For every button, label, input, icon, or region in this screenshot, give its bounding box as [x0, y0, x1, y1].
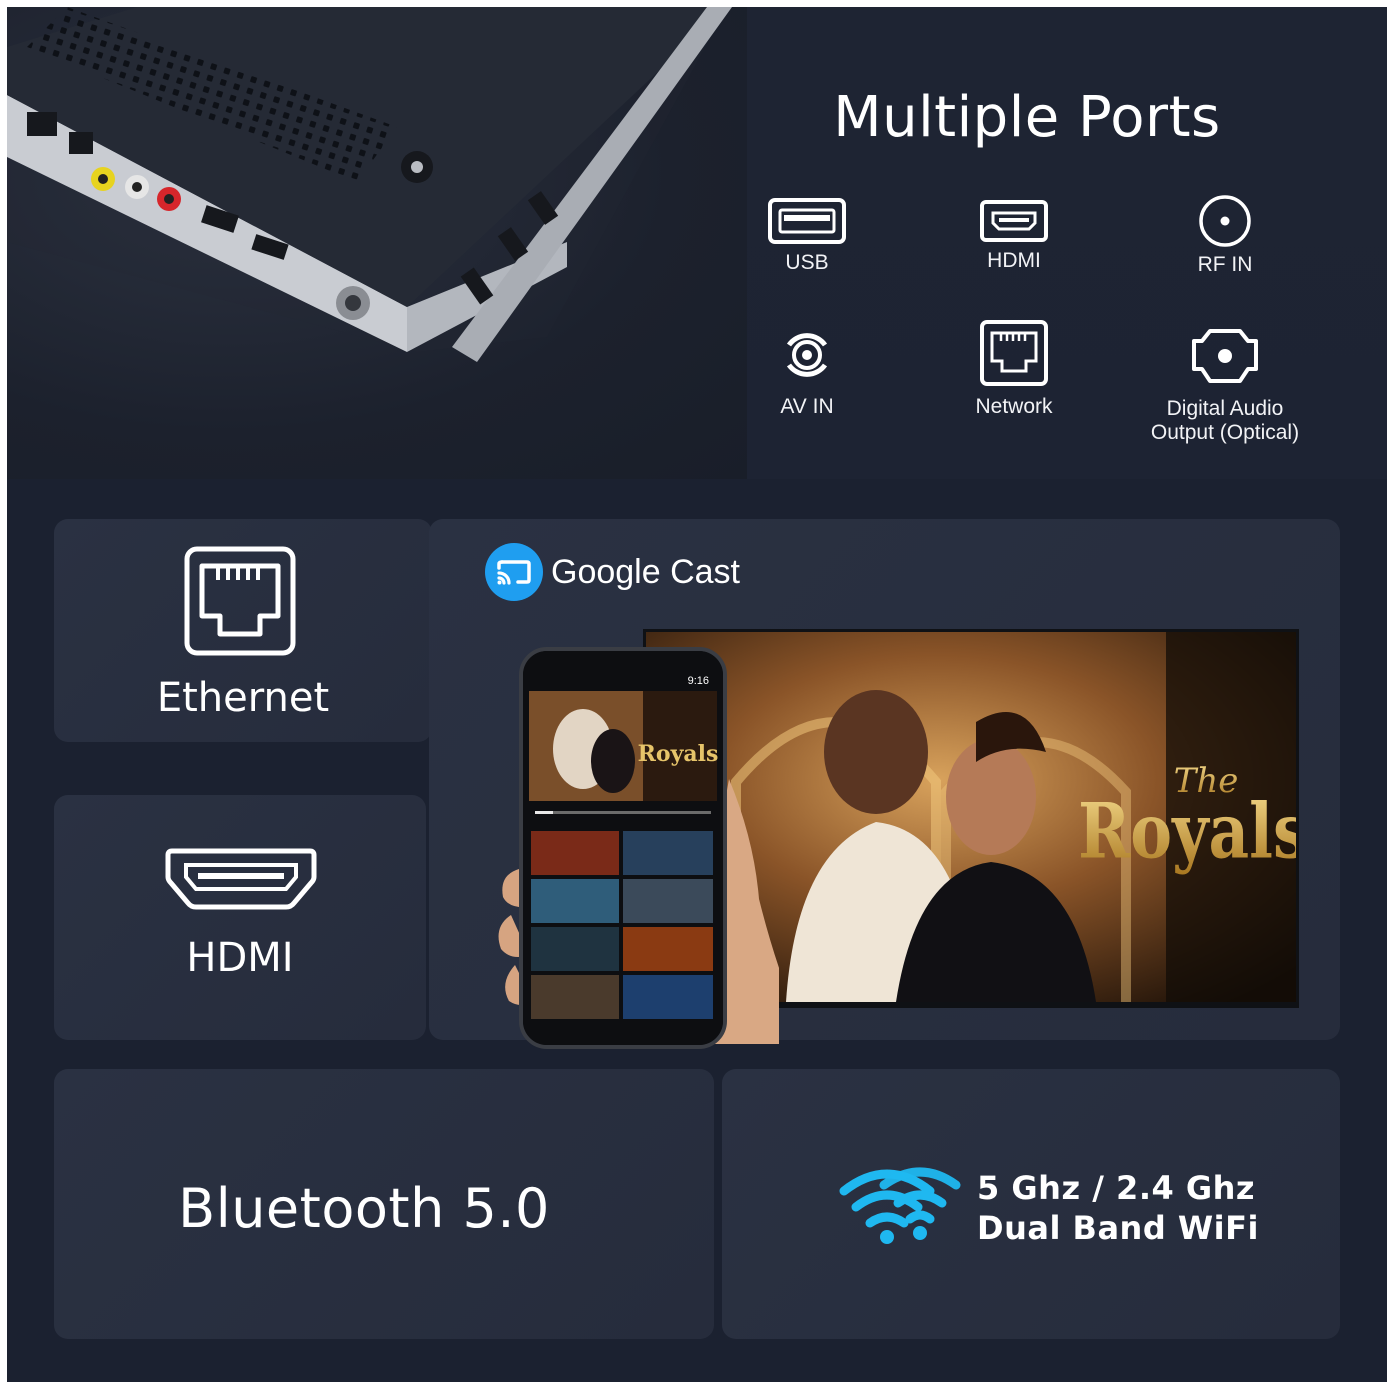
port-label-optical: Digital Audio Output (Optical) — [1125, 397, 1325, 445]
port-av-in: AV IN — [707, 325, 907, 419]
phone-time: 9:16 — [688, 675, 709, 687]
bluetooth-card: Bluetooth 5.0 — [54, 1069, 714, 1339]
phone-image: 9:16 Royals — [519, 647, 727, 1049]
network-port-icon — [980, 320, 1048, 386]
ports-title: Multiple Ports — [833, 85, 1221, 150]
tv-rear-panel-image — [7, 7, 747, 479]
wifi-card: 5 Ghz / 2.4 Ghz Dual Band WiFi — [722, 1069, 1340, 1339]
hdmi-icon — [165, 848, 317, 910]
wifi-type-label: Dual Band WiFi — [977, 1209, 1259, 1247]
hdmi-label: HDMI — [186, 935, 294, 981]
port-label-rf-in: RF IN — [1197, 253, 1253, 276]
wifi-band-label: 5 Ghz / 2.4 Ghz — [977, 1169, 1256, 1207]
rf-in-icon — [1199, 195, 1251, 247]
port-label-hdmi: HDMI — [987, 249, 1041, 272]
av-in-icon — [786, 333, 828, 377]
product-infographic: Multiple Ports USB HDMI RF IN AV IN Netw… — [7, 7, 1387, 1382]
svg-text:Royals: Royals — [638, 741, 719, 767]
usb-icon — [768, 198, 846, 244]
ethernet-icon — [184, 546, 296, 656]
ethernet-label: Ethernet — [156, 675, 330, 721]
hdmi-icon — [980, 200, 1048, 242]
google-cast-icon — [485, 543, 543, 601]
port-label-optical-line1: Digital Audio — [1166, 397, 1284, 420]
port-label-network: Network — [975, 395, 1053, 418]
port-label-optical-line2: Output (Optical) — [1150, 421, 1300, 444]
bluetooth-label: Bluetooth 5.0 — [178, 1177, 550, 1240]
port-network: Network — [914, 319, 1114, 419]
port-usb: USB — [707, 197, 907, 275]
svg-text:Royals: Royals — [1078, 788, 1296, 876]
port-hdmi: HDMI — [914, 199, 1114, 273]
port-label-av-in: AV IN — [780, 395, 834, 418]
ports-section: Multiple Ports USB HDMI RF IN AV IN Netw… — [7, 7, 1387, 479]
port-rf-in: RF IN — [1125, 193, 1325, 277]
wifi-icon — [839, 1167, 961, 1244]
hdmi-card: HDMI — [54, 795, 426, 1040]
ethernet-card: Ethernet — [54, 519, 432, 742]
optical-audio-icon — [1192, 329, 1258, 383]
port-label-usb: USB — [785, 251, 829, 274]
google-cast-label: Google Cast — [551, 553, 740, 591]
port-optical: Digital Audio Output (Optical) — [1125, 327, 1325, 445]
google-cast-card: Google Cast The Royals 9:16 Royals — [429, 519, 1340, 1049]
